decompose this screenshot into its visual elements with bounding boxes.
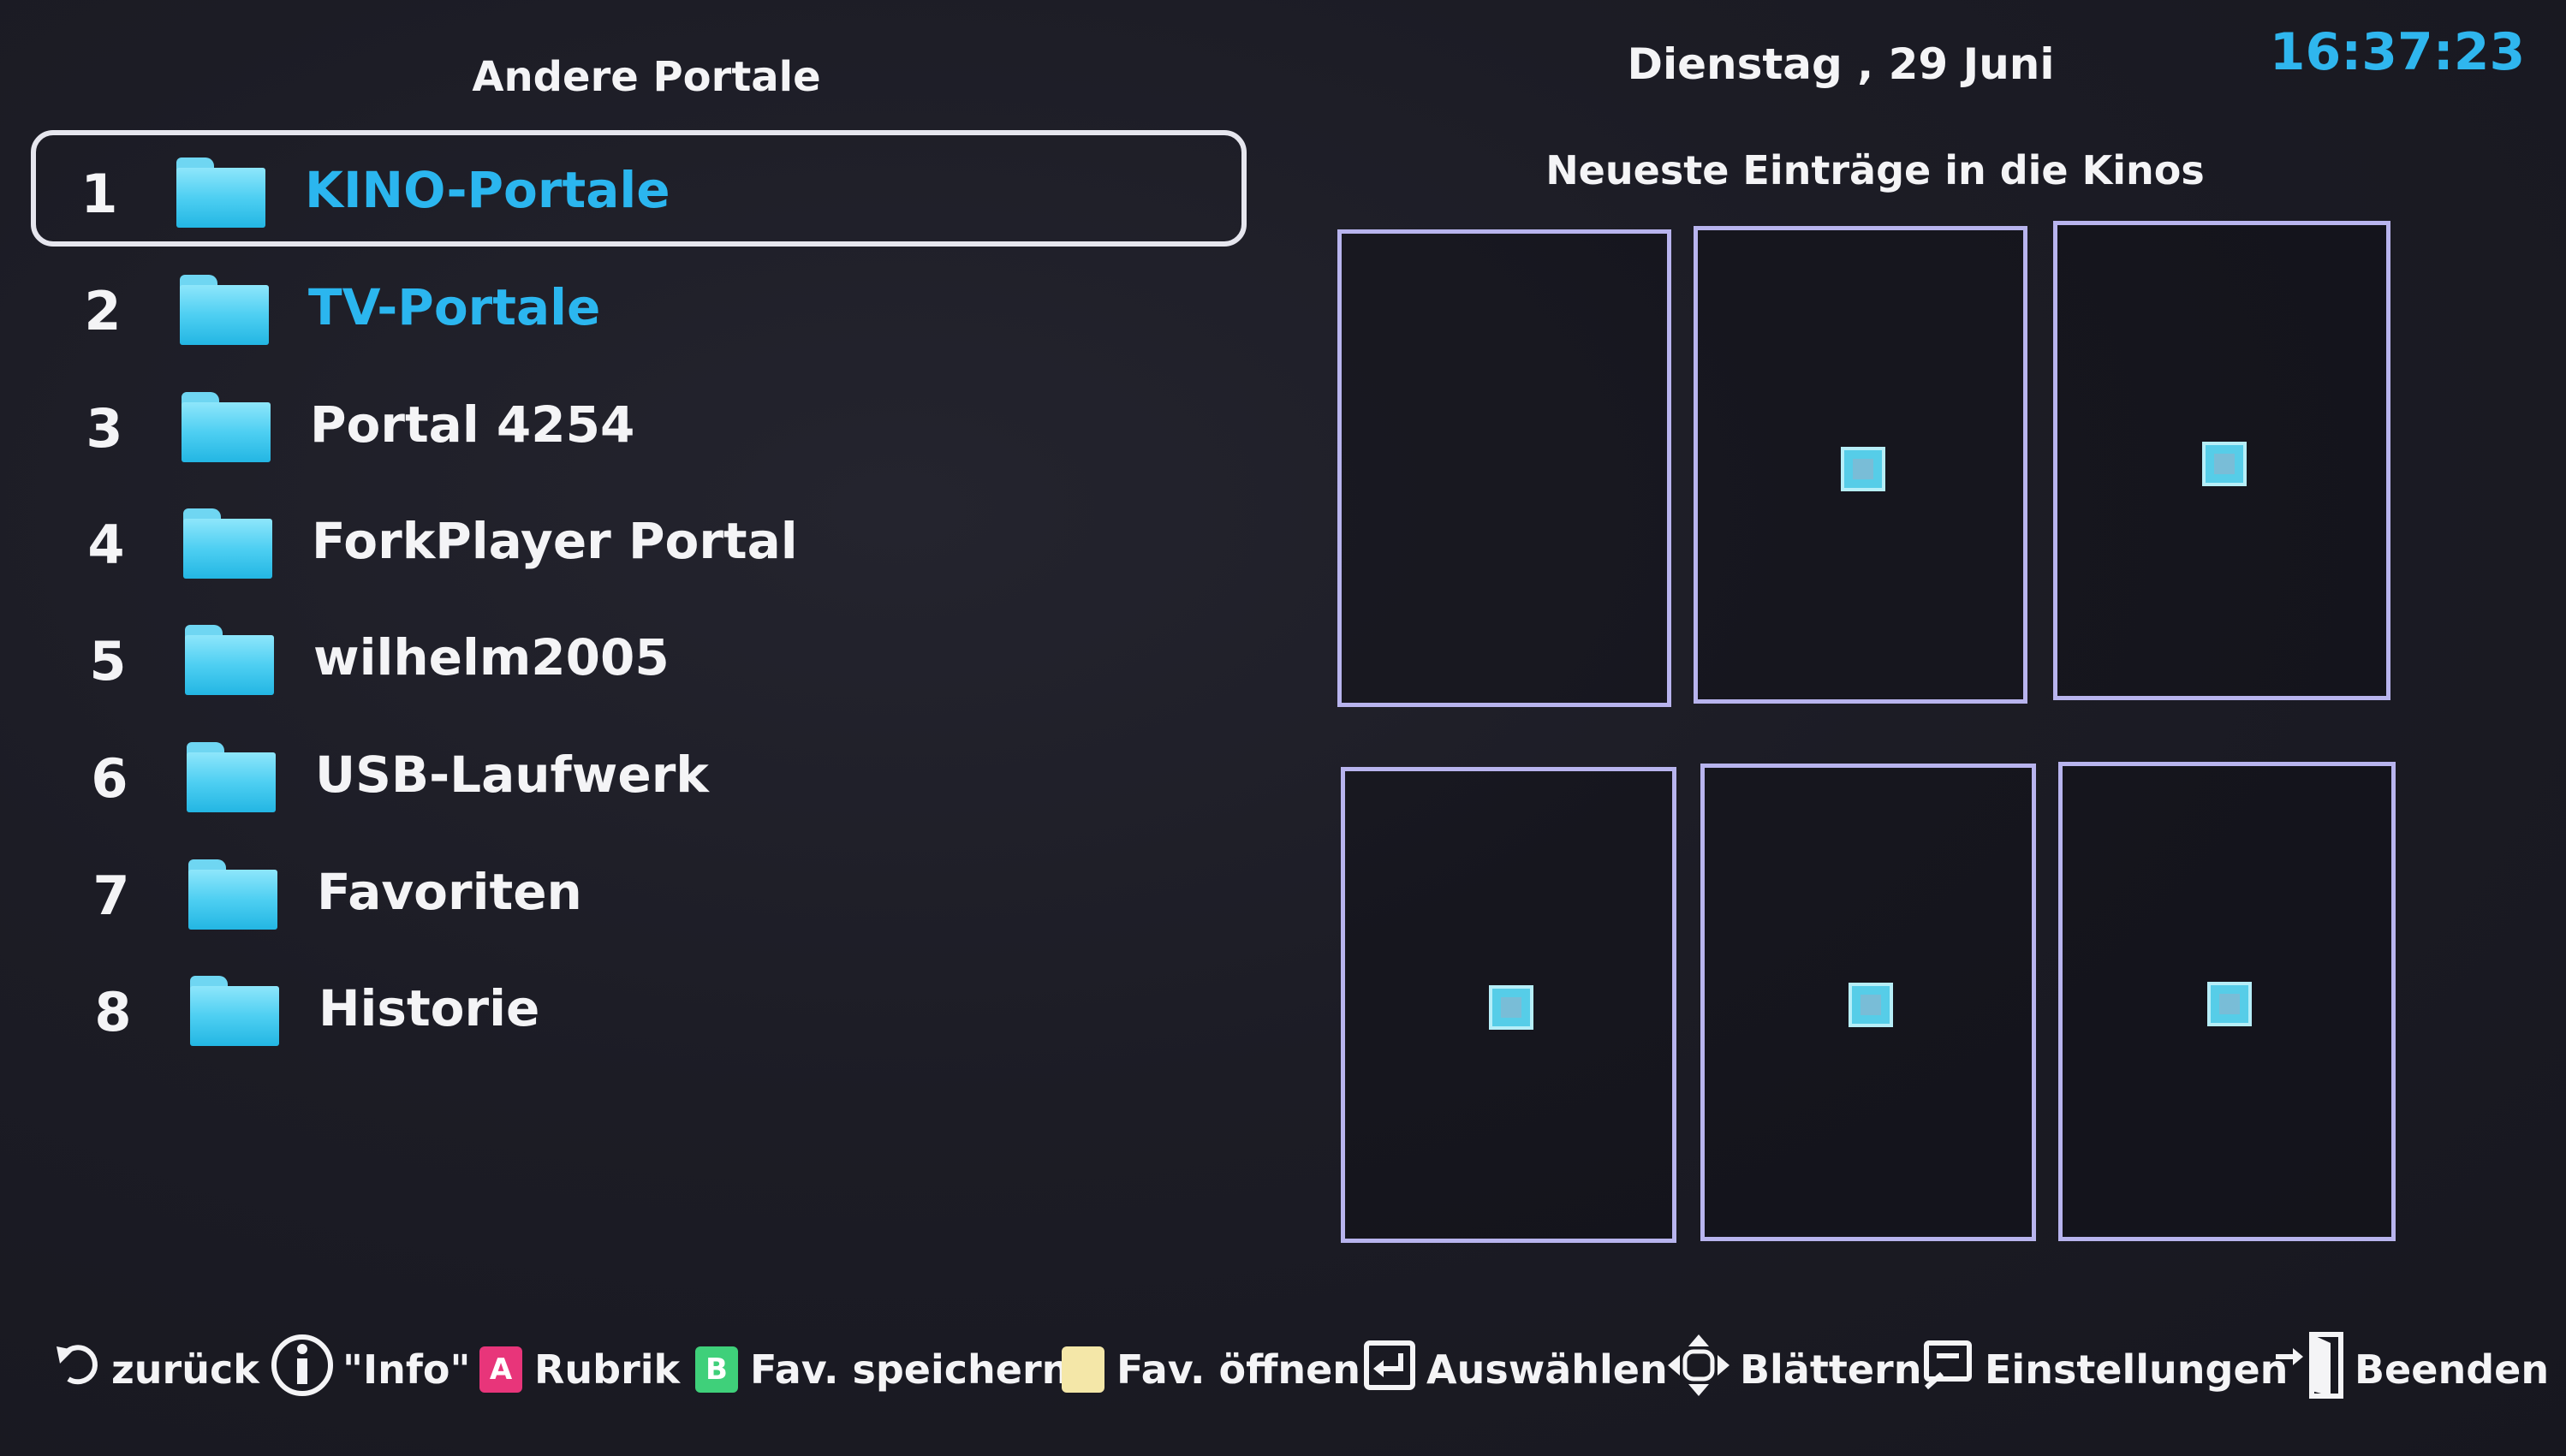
- navigate-label: Blättern: [1740, 1346, 1922, 1393]
- exit-label: Beenden: [2355, 1346, 2550, 1393]
- item-label: KINO-Portale: [305, 161, 670, 219]
- item-number: 4: [87, 514, 125, 576]
- list-item-historie[interactable]: 8 Historie: [70, 964, 1286, 1060]
- save-favorite-label: Fav. speichern: [750, 1346, 1070, 1393]
- back-button[interactable]: zurück: [53, 1335, 259, 1404]
- folder-icon: [182, 392, 271, 462]
- thumbnail-placeholder-icon: [2207, 982, 2252, 1026]
- folder-icon: [190, 976, 279, 1046]
- thumbnail-placeholder-icon: [2202, 442, 2247, 486]
- page-title: Andere Portale: [472, 53, 821, 101]
- list-item-favoriten[interactable]: 7 Favoriten: [68, 847, 1284, 943]
- item-label: Historie: [319, 979, 540, 1037]
- back-label: zurück: [111, 1346, 259, 1393]
- item-label: wilhelm2005: [313, 628, 670, 686]
- open-favorite-button[interactable]: Fav. öffnen: [1062, 1335, 1360, 1404]
- list-item-forkplayer-portal[interactable]: 4 ForkPlayer Portal: [63, 496, 1279, 592]
- open-favorite-label: Fav. öffnen: [1116, 1346, 1361, 1393]
- settings-icon: [1921, 1338, 1976, 1402]
- latest-entries-title: Neueste Einträge in die Kinos: [1545, 147, 2205, 193]
- list-item-kino-portale[interactable]: 1 KINO-Portale: [57, 146, 1272, 241]
- info-icon: [271, 1334, 334, 1406]
- poster-tile-3[interactable]: [2053, 221, 2390, 700]
- info-label: "Info": [342, 1346, 471, 1393]
- item-label: TV-Portale: [308, 278, 601, 336]
- item-number: 7: [92, 865, 130, 927]
- select-button[interactable]: Auswählen: [1363, 1335, 1668, 1404]
- settings-label: Einstellungen: [1985, 1346, 2289, 1393]
- item-number: 5: [89, 630, 127, 692]
- enter-icon: [1363, 1338, 1418, 1402]
- poster-tile-4[interactable]: [1341, 767, 1676, 1243]
- folder-icon: [187, 742, 276, 812]
- item-number: 6: [91, 747, 128, 810]
- folder-icon: [180, 275, 269, 345]
- red-key-icon: A: [479, 1346, 522, 1393]
- thumbnail-placeholder-icon: [1841, 447, 1885, 491]
- item-number: 8: [94, 981, 132, 1043]
- info-button[interactable]: "Info": [271, 1334, 471, 1406]
- thumbnail-placeholder-icon: [1489, 985, 1533, 1030]
- folder-icon: [176, 157, 265, 228]
- exit-button[interactable]: Beenden: [2272, 1331, 2550, 1404]
- thumbnail-placeholder-icon: [1849, 983, 1893, 1027]
- rubrik-button[interactable]: A Rubrik: [479, 1335, 680, 1404]
- item-label: ForkPlayer Portal: [312, 512, 798, 570]
- navigate-button[interactable]: Blättern: [1666, 1333, 1922, 1407]
- poster-tile-1[interactable]: [1337, 229, 1671, 707]
- item-label: USB-Laufwerk: [315, 746, 709, 804]
- rubrik-label: Rubrik: [534, 1346, 681, 1393]
- item-number: 2: [84, 280, 122, 342]
- list-item-wilhelm2005[interactable]: 5 wilhelm2005: [65, 613, 1281, 709]
- folder-icon: [183, 508, 272, 579]
- clock-display: 16:37:23: [2269, 22, 2526, 82]
- poster-tile-5[interactable]: [1700, 764, 2036, 1241]
- folder-icon: [185, 625, 274, 695]
- green-key-icon: B: [695, 1346, 738, 1393]
- date-display: Dienstag , 29 Juni: [1627, 39, 2055, 89]
- folder-icon: [188, 859, 277, 930]
- item-label: Favoriten: [317, 863, 582, 921]
- save-favorite-button[interactable]: B Fav. speichern: [695, 1335, 1069, 1404]
- settings-button[interactable]: Einstellungen: [1921, 1335, 2288, 1404]
- back-arrow-icon: [53, 1341, 103, 1399]
- exit-door-icon: [2272, 1331, 2346, 1409]
- item-number: 1: [80, 163, 118, 225]
- list-item-portal-4254[interactable]: 3 Portal 4254: [62, 380, 1277, 476]
- poster-tile-6[interactable]: [2058, 762, 2396, 1241]
- poster-tile-2[interactable]: [1694, 226, 2027, 704]
- select-label: Auswählen: [1426, 1346, 1668, 1393]
- list-item-tv-portale[interactable]: 2 TV-Portale: [60, 263, 1276, 359]
- dpad-icon: [1666, 1333, 1731, 1407]
- yellow-key-icon: [1062, 1346, 1104, 1393]
- item-label: Portal 4254: [310, 395, 635, 454]
- item-number: 3: [86, 397, 123, 460]
- list-item-usb-laufwerk[interactable]: 6 USB-Laufwerk: [67, 730, 1283, 826]
